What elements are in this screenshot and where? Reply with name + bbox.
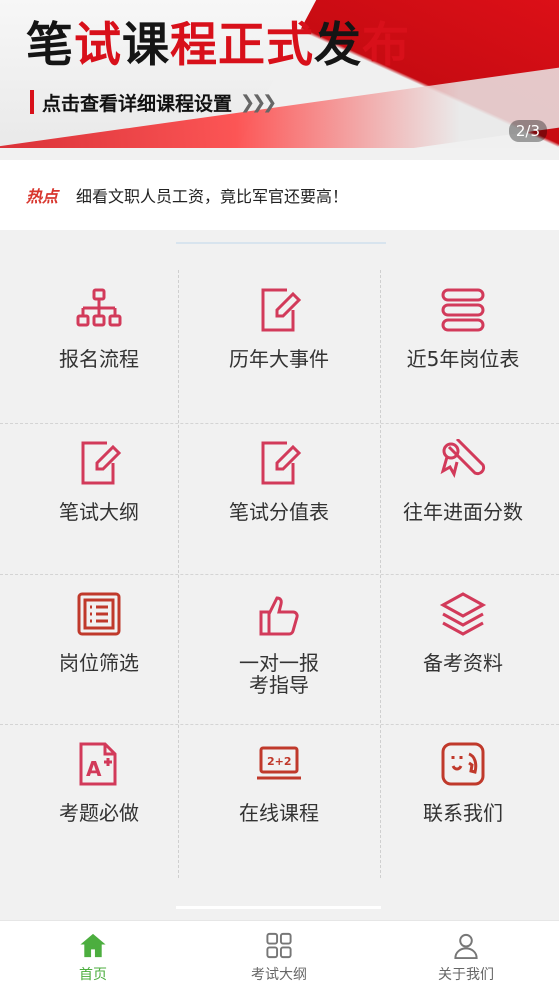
grid-item-label: 备考资料	[423, 651, 503, 675]
hot-tag: 热点	[25, 187, 58, 206]
grid-icon	[266, 932, 292, 959]
grade-a-icon: A	[79, 742, 117, 786]
grid-item-registration-process[interactable]: 报名流程	[6, 270, 192, 422]
grid-item-label: 笔试分值表	[229, 500, 329, 524]
grid-item-label: 笔试大纲	[59, 500, 139, 524]
news-ticker[interactable]: 热点 细看文职人员工资，竟比军官还要高！	[0, 160, 559, 230]
grid-item-exam-outline[interactable]: 笔试大纲	[6, 423, 192, 575]
chevrons-icon: ❯❯❯	[240, 91, 277, 113]
user-icon	[454, 933, 478, 960]
grid-item-one-on-one-guidance[interactable]: 一对一报 考指导	[186, 574, 372, 726]
layers-icon	[439, 592, 487, 636]
grid-item-study-materials[interactable]: 备考资料	[370, 574, 556, 726]
list-stack-icon	[441, 288, 485, 332]
grid-item-label: 近5年岗位表	[406, 347, 520, 371]
tab-about-us[interactable]: 关于我们	[373, 921, 559, 984]
grid-item-past-interview-scores[interactable]: 往年进面分数	[370, 423, 556, 575]
promo-banner[interactable]: 笔试课程正式发布 点击查看详细课程设置 ❯❯❯ 2/3	[0, 0, 559, 148]
org-chart-icon	[76, 288, 122, 327]
grid-item-position-table[interactable]: 近5年岗位表	[370, 270, 556, 422]
diploma-icon	[440, 439, 486, 478]
banner-pager: 2/3	[508, 120, 547, 142]
grid-item-label: 一对一报 考指导	[239, 651, 319, 697]
edit-doc-icon	[261, 288, 302, 332]
svg-text:2+2: 2+2	[267, 755, 292, 768]
grid-item-label: 报名流程	[59, 347, 139, 371]
grid-item-online-courses[interactable]: 2+2 在线课程	[186, 724, 372, 876]
edit-doc-icon	[81, 441, 122, 485]
divider	[176, 242, 386, 244]
grid-item-annual-events[interactable]: 历年大事件	[186, 270, 372, 422]
feature-grid: 报名流程 历年大事件 近5年岗位表 笔试大纲 笔试分值表 往年进面分数 岗位筛选…	[0, 270, 559, 878]
grid-item-label: 在线课程	[239, 801, 319, 825]
grid-item-must-do-questions[interactable]: A 考题必做	[6, 724, 192, 876]
banner-title: 笔试课程正式发布	[26, 18, 410, 73]
bottom-tab-bar: 首页 考试大纲 关于我们	[0, 920, 559, 984]
grid-item-position-filter[interactable]: 岗位筛选	[6, 574, 192, 726]
edit-doc-icon	[261, 441, 302, 485]
tab-exam-outline[interactable]: 考试大纲	[186, 921, 372, 984]
list-doc-icon	[77, 592, 121, 636]
tab-home[interactable]: 首页	[0, 921, 186, 984]
banner-subtitle: 点击查看详细课程设置 ❯❯❯	[30, 88, 277, 116]
divider	[176, 906, 381, 909]
svg-text:A: A	[86, 757, 102, 781]
phone-smile-icon	[441, 742, 485, 786]
grid-item-label: 联系我们	[423, 801, 503, 825]
grid-item-contact-us[interactable]: 联系我们	[370, 724, 556, 876]
grid-item-label: 岗位筛选	[59, 651, 139, 675]
news-text[interactable]: 细看文职人员工资，竟比军官还要高！	[76, 183, 348, 207]
grid-item-label: 考题必做	[59, 801, 139, 825]
tab-label: 关于我们	[438, 967, 494, 983]
laptop-icon: 2+2	[257, 746, 301, 780]
grid-item-label: 往年进面分数	[403, 500, 523, 524]
tab-label: 首页	[79, 967, 107, 983]
thumbs-up-icon	[259, 596, 299, 636]
tab-label: 考试大纲	[251, 967, 307, 983]
grid-item-score-table[interactable]: 笔试分值表	[186, 423, 372, 575]
home-icon	[80, 933, 106, 958]
grid-item-label: 历年大事件	[229, 347, 329, 371]
